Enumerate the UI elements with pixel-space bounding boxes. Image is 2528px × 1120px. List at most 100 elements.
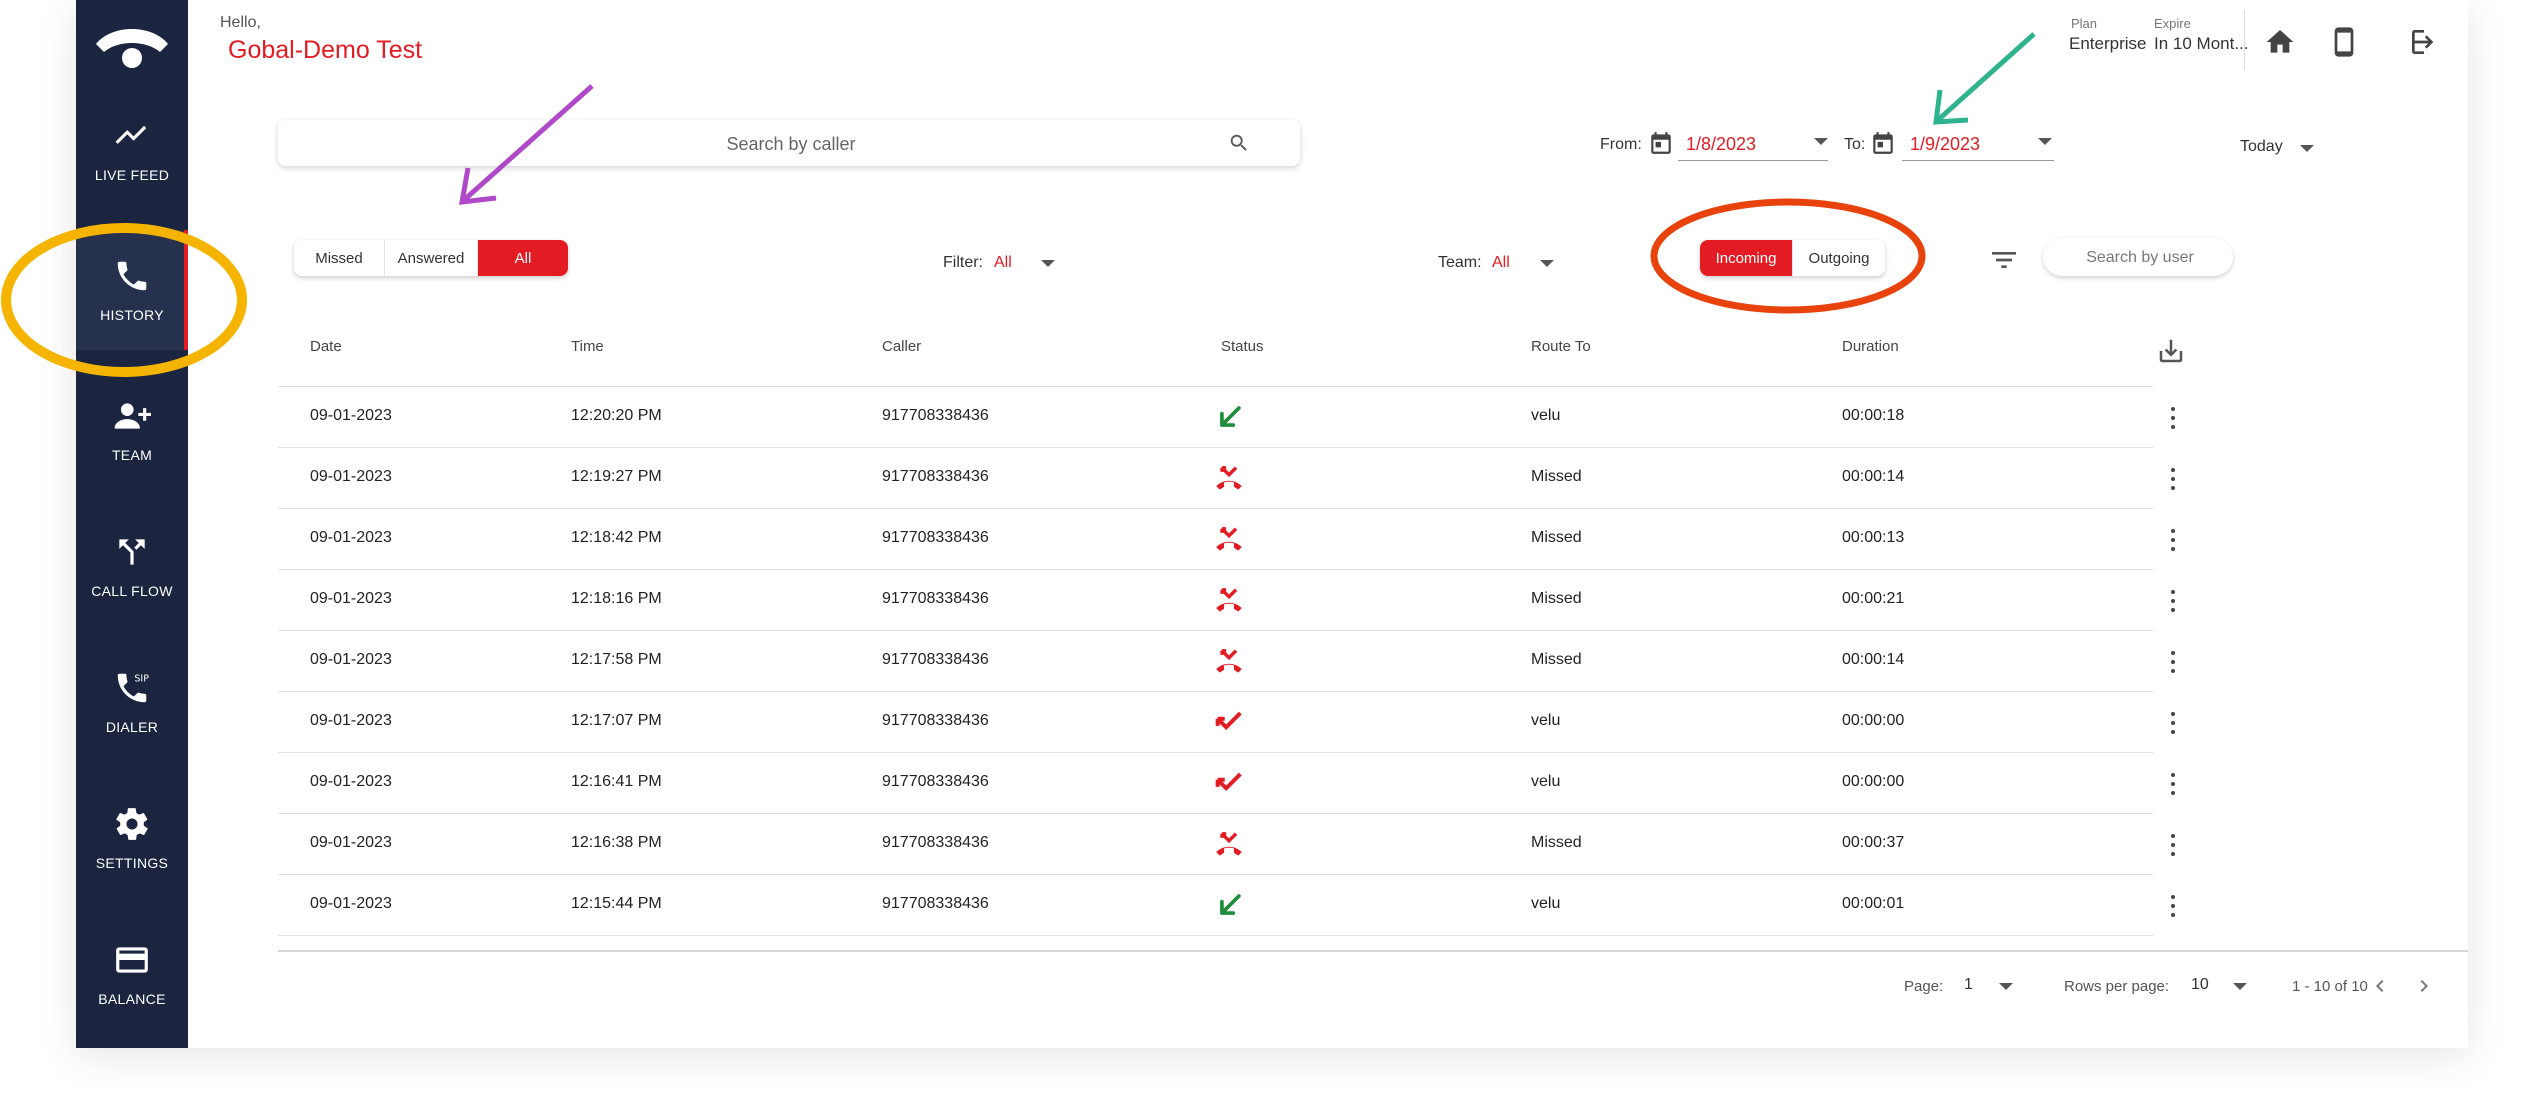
column-header-date[interactable]: Date <box>310 338 342 355</box>
search-icon[interactable] <box>1228 132 1250 154</box>
chevron-down-icon <box>2038 138 2052 145</box>
incoming-call-icon <box>1220 406 1241 427</box>
more-options-icon[interactable] <box>2168 586 2178 616</box>
column-header-time[interactable]: Time <box>571 338 604 355</box>
sidebar-item-team[interactable]: TEAM <box>76 370 188 490</box>
sidebar-item-label: CALL FLOW <box>91 583 173 599</box>
app-logo[interactable] <box>76 22 188 82</box>
missed-call-icon <box>1216 588 1242 612</box>
phone-icon <box>117 261 147 291</box>
cell-caller: 917708338436 <box>882 529 989 546</box>
all-toggle[interactable]: All <box>478 240 568 276</box>
cell-date: 09-01-2023 <box>310 468 392 485</box>
table-row[interactable]: 09-01-2023 12:16:38 PM 917708338436 Missed 0… <box>278 814 2175 875</box>
table-row[interactable]: 09-01-2023 12:19:27 PM 917708338436 Missed 0… <box>278 448 2175 509</box>
chevron-down-icon <box>1540 260 1554 267</box>
caller-search-input[interactable] <box>278 120 1304 168</box>
svg-text:SIP: SIP <box>134 674 149 685</box>
cell-duration: 00:00:37 <box>1842 834 1905 851</box>
plan-label: Plan <box>2071 16 2098 31</box>
more-options-icon[interactable] <box>2168 647 2178 677</box>
more-options-icon[interactable] <box>2168 708 2178 738</box>
sidebar-item-label: TEAM <box>111 447 153 463</box>
outgoing-toggle[interactable]: Outgoing <box>1793 240 1885 276</box>
table-row[interactable]: 09-01-2023 12:18:42 PM 917708338436 Missed 0… <box>278 509 2175 570</box>
cell-caller: 917708338436 <box>882 712 989 729</box>
sidebar-item-history[interactable]: HISTORY <box>76 230 188 350</box>
cell-route: Missed <box>1531 651 1582 668</box>
cell-route: Missed <box>1531 834 1582 851</box>
sidebar-item-label: DIALER <box>105 719 159 735</box>
cell-duration: 00:00:21 <box>1842 590 1905 607</box>
sidebar-item-live-feed[interactable]: LIVE FEED <box>76 90 188 210</box>
column-header-status[interactable]: Status <box>1221 338 1264 355</box>
table-row[interactable]: 09-01-2023 12:17:58 PM 917708338436 Missed 0… <box>278 631 2175 692</box>
cell-date: 09-01-2023 <box>310 590 392 607</box>
chevron-right-icon[interactable] <box>2412 974 2436 998</box>
expire-value: In 10 Mont... <box>2154 34 2249 53</box>
cell-caller: 917708338436 <box>882 590 989 607</box>
horizontal-scrollbar[interactable] <box>278 950 2468 952</box>
more-options-icon[interactable] <box>2168 830 2178 860</box>
chevron-left-icon[interactable] <box>2368 974 2392 998</box>
more-options-icon[interactable] <box>2168 525 2178 555</box>
calendar-icon[interactable] <box>1870 130 1896 156</box>
cell-date: 09-01-2023 <box>310 407 392 424</box>
table-row[interactable]: 09-01-2023 12:20:20 PM 917708338436 velu 00:… <box>278 387 2175 448</box>
table-row[interactable]: 09-01-2023 12:17:07 PM 917708338436 velu 00:… <box>278 692 2175 753</box>
mobile-button[interactable] <box>2324 22 2364 62</box>
unanswered-call-icon <box>1215 711 1242 731</box>
cell-route: velu <box>1531 773 1561 790</box>
incoming-toggle[interactable]: Incoming <box>1700 240 1793 276</box>
column-header-caller[interactable]: Caller <box>882 338 921 355</box>
more-options-icon[interactable] <box>2168 891 2178 921</box>
more-options-icon[interactable] <box>2168 403 2178 433</box>
more-options-icon[interactable] <box>2168 464 2178 494</box>
answered-toggle[interactable]: Answered <box>385 240 478 276</box>
rows-per-page-value: 10 <box>2191 976 2209 993</box>
app-window: LIVE FEED HISTORY TEAM CALL FLOW SIP DIA… <box>76 0 2468 1048</box>
mobile-phone-icon <box>2334 27 2354 57</box>
calendar-icon[interactable] <box>1648 130 1674 156</box>
cell-duration: 00:00:13 <box>1842 529 1905 546</box>
cell-time: 12:19:27 PM <box>571 468 662 485</box>
table-row[interactable]: 09-01-2023 12:18:16 PM 917708338436 Missed 0… <box>278 570 2175 631</box>
column-header-duration[interactable]: Duration <box>1842 338 1899 355</box>
cell-route: velu <box>1531 712 1561 729</box>
from-date-field[interactable]: 1/8/2023 <box>1678 124 1828 161</box>
filter-list-icon[interactable] <box>1988 244 2020 276</box>
cell-time: 12:18:16 PM <box>571 590 662 607</box>
download-icon[interactable] <box>2156 336 2186 366</box>
missed-call-icon <box>1216 466 1242 490</box>
sidebar-item-call-flow[interactable]: CALL FLOW <box>76 506 188 626</box>
sidebar-item-settings[interactable]: SETTINGS <box>76 778 188 898</box>
table-body: 09-01-2023 12:20:20 PM 917708338436 velu 00:… <box>278 386 2175 936</box>
cell-time: 12:18:42 PM <box>571 529 662 546</box>
cell-time: 12:20:20 PM <box>571 407 662 424</box>
column-header-route[interactable]: Route To <box>1531 338 1591 355</box>
sidebar-item-balance[interactable]: BALANCE <box>76 914 188 1034</box>
user-name: Gobal-Demo Test <box>228 36 423 64</box>
range-text: 1 - 10 of 10 <box>2292 978 2368 995</box>
table-row[interactable]: 09-01-2023 12:16:41 PM 917708338436 velu 00:… <box>278 753 2175 814</box>
plan-value: Enterprise <box>2069 34 2147 53</box>
home-button[interactable] <box>2260 22 2300 62</box>
to-date-field[interactable]: 1/9/2023 <box>1902 124 2054 161</box>
missed-toggle[interactable]: Missed <box>294 240 385 276</box>
missed-call-icon <box>1216 527 1242 551</box>
chevron-down-icon <box>1999 983 2013 990</box>
cell-time: 12:17:58 PM <box>571 651 662 668</box>
sidebar-item-dialer[interactable]: SIP DIALER <box>76 642 188 762</box>
cell-date: 09-01-2023 <box>310 529 392 546</box>
cell-time: 12:16:41 PM <box>571 773 662 790</box>
sidebar-item-label: SETTINGS <box>95 855 169 871</box>
cell-time: 12:15:44 PM <box>571 895 662 912</box>
cell-caller: 917708338436 <box>882 468 989 485</box>
logo-icon <box>96 29 168 68</box>
more-options-icon[interactable] <box>2168 769 2178 799</box>
logout-button[interactable] <box>2404 22 2444 62</box>
sidebar-item-label: LIVE FEED <box>94 167 170 183</box>
table-row[interactable]: 09-01-2023 12:15:44 PM 917708338436 velu 00:… <box>278 875 2175 936</box>
user-search-input[interactable] <box>2043 238 2237 278</box>
missed-call-icon <box>1216 649 1242 673</box>
